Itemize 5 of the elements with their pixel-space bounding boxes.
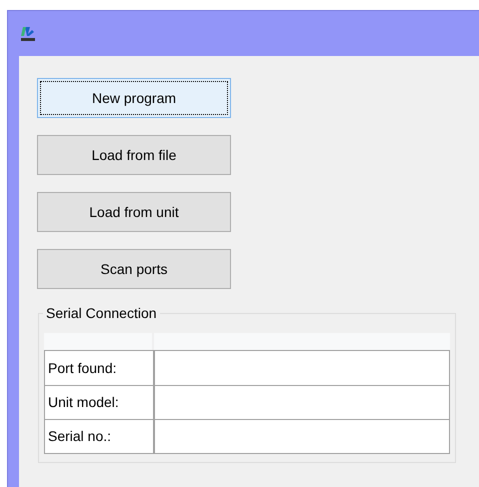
action-button[interactable]: Load from unit xyxy=(37,192,231,232)
action-button[interactable]: Load from file xyxy=(37,135,231,175)
action-button[interactable]: New program xyxy=(37,78,231,118)
app-logo-icon xyxy=(21,26,35,42)
action-button[interactable]: Scan ports xyxy=(37,249,231,289)
